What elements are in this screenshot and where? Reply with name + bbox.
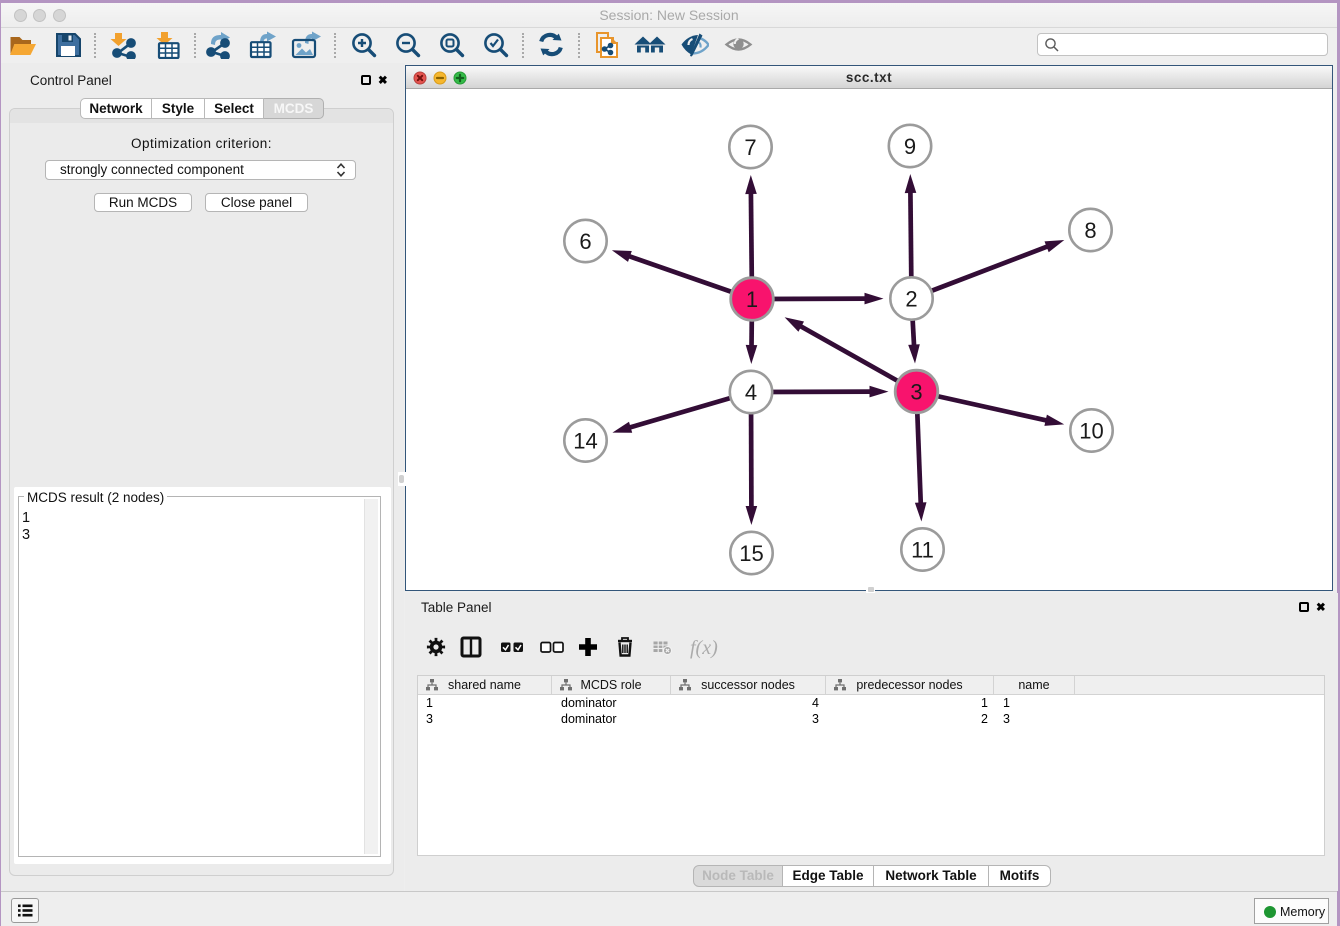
svg-text:9: 9 xyxy=(904,134,916,159)
svg-text:6: 6 xyxy=(579,229,591,254)
svg-text:15: 15 xyxy=(739,541,763,566)
svg-text:2: 2 xyxy=(905,287,917,312)
svg-text:11: 11 xyxy=(911,538,934,563)
svg-text:3: 3 xyxy=(910,380,922,405)
svg-text:f(x): f(x) xyxy=(690,637,718,659)
svg-text:14: 14 xyxy=(573,429,597,454)
svg-text:10: 10 xyxy=(1079,419,1103,444)
svg-text:7: 7 xyxy=(744,135,756,160)
svg-text:4: 4 xyxy=(745,380,757,405)
svg-text:1: 1 xyxy=(746,287,758,312)
svg-text:8: 8 xyxy=(1084,218,1096,243)
